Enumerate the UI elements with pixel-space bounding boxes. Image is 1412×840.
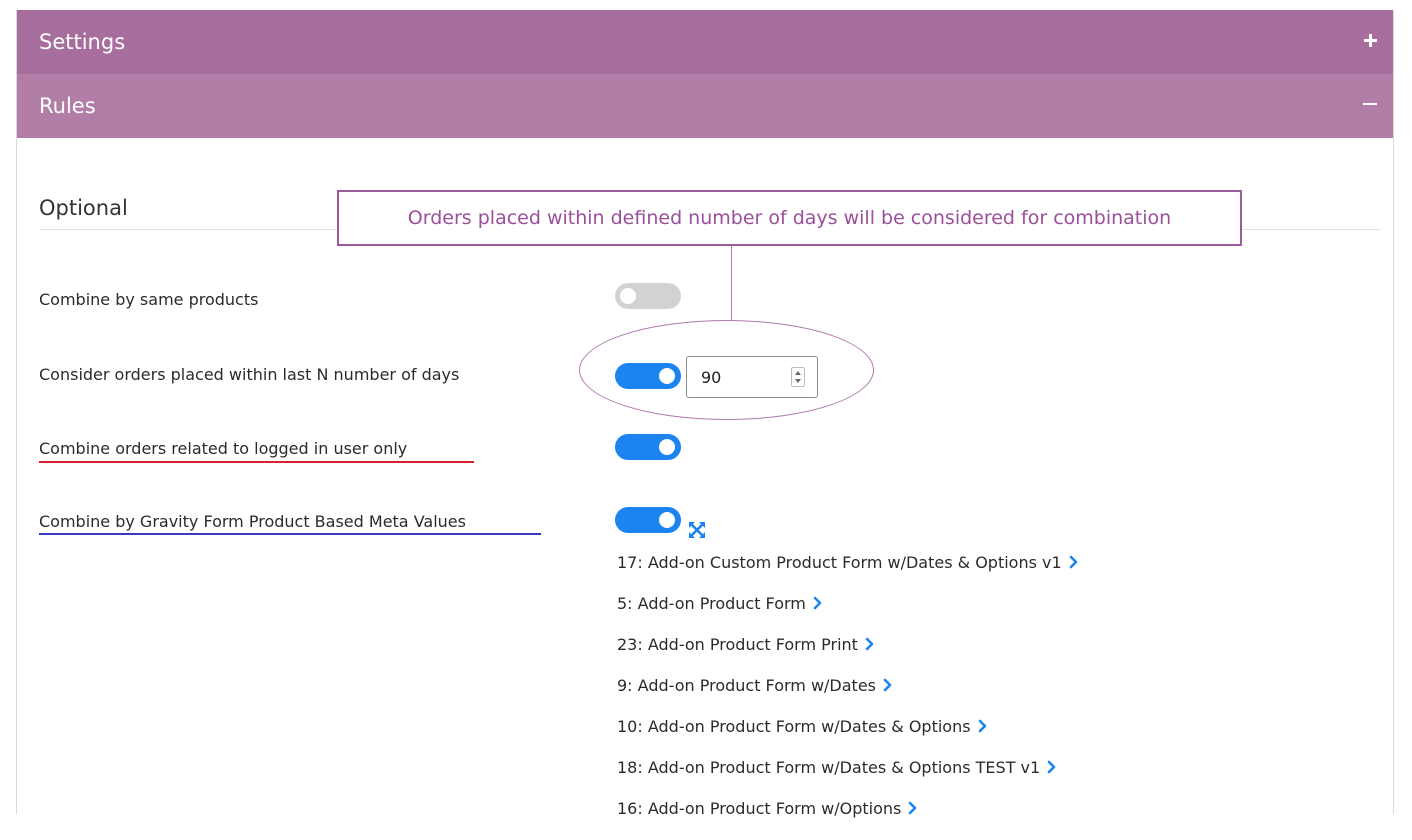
chevron-right-icon — [883, 678, 892, 692]
plus-icon[interactable] — [1361, 10, 1381, 74]
option-label-same-products: Combine by same products — [39, 290, 259, 309]
form-list-item[interactable]: 5: Add-on Product Form — [617, 594, 1080, 635]
form-item-label: 5: Add-on Product Form — [617, 594, 806, 613]
toggle-knob — [659, 512, 675, 528]
form-item-label: 23: Add-on Product Form Print — [617, 635, 858, 654]
form-list-item[interactable]: 23: Add-on Product Form Print — [617, 635, 1080, 676]
chevron-right-icon — [909, 801, 917, 815]
form-list-item[interactable]: 18: Add-on Product Form w/Dates & Option… — [617, 758, 1080, 799]
toggle-logged-in-user[interactable] — [615, 434, 681, 460]
option-label-gravity-form-meta: Combine by Gravity Form Product Based Me… — [39, 512, 466, 531]
option-label-logged-in-user: Combine orders related to logged in user… — [39, 439, 408, 458]
chevron-right-icon — [865, 637, 874, 651]
chevron-right-icon — [1047, 760, 1056, 774]
toggle-last-n-days[interactable] — [615, 363, 681, 389]
toggle-knob — [620, 288, 636, 304]
option-label-last-n-days: Consider orders placed within last N num… — [39, 365, 460, 384]
minus-icon[interactable] — [1361, 74, 1381, 138]
toggle-same-products[interactable] — [615, 283, 681, 309]
chevron-right-icon — [978, 719, 986, 733]
toggle-gravity-form-meta[interactable] — [615, 507, 681, 533]
settings-accordion-header[interactable]: Settings — [17, 10, 1393, 74]
days-number-input[interactable]: 90 — [686, 356, 818, 398]
form-item-label: 9: Add-on Product Form w/Dates — [617, 676, 876, 695]
toggle-knob — [659, 368, 675, 384]
days-input-value: 90 — [701, 368, 722, 387]
form-item-label: 10: Add-on Product Form w/Dates & Option… — [617, 717, 971, 736]
chevron-right-icon — [813, 596, 822, 610]
form-item-label: 18: Add-on Product Form w/Dates & Option… — [617, 758, 1041, 777]
form-list-item[interactable]: 16: Add-on Product Form w/Options — [617, 799, 1080, 840]
annotation-underline-red — [39, 461, 474, 463]
annotation-connector — [731, 246, 732, 320]
form-item-label: 16: Add-on Product Form w/Options — [617, 799, 902, 818]
expand-icon[interactable] — [689, 522, 705, 538]
toggle-knob — [659, 439, 675, 455]
section-title: Optional — [39, 196, 128, 220]
rules-panel: Settings Rules Optional Orders placed wi… — [16, 10, 1394, 818]
form-list-item[interactable]: 10: Add-on Product Form w/Dates & Option… — [617, 717, 1080, 758]
form-item-label: 17: Add-on Custom Product Form w/Dates &… — [617, 553, 1062, 572]
settings-header-label: Settings — [39, 30, 126, 54]
chevron-right-icon — [1069, 555, 1077, 569]
rules-header-label: Rules — [39, 94, 96, 118]
rules-accordion-header[interactable]: Rules — [17, 74, 1393, 138]
annotation-underline-blue — [39, 533, 541, 535]
form-list-item[interactable]: 9: Add-on Product Form w/Dates — [617, 676, 1080, 717]
annotation-callout: Orders placed within defined number of d… — [337, 190, 1242, 246]
gravity-form-list: 17: Add-on Custom Product Form w/Dates &… — [617, 553, 1080, 840]
stepper-icon[interactable] — [791, 367, 805, 387]
form-list-item[interactable]: 17: Add-on Custom Product Form w/Dates &… — [617, 553, 1080, 594]
